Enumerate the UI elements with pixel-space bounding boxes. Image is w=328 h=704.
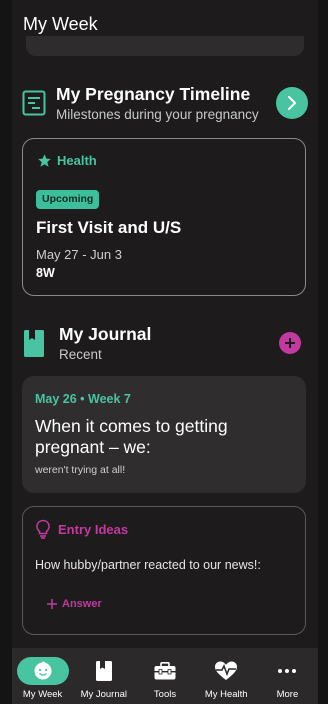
nav-item-my-week[interactable]: My Week	[12, 648, 73, 704]
journal-subtitle: Recent	[59, 347, 102, 362]
nav-label: My Week	[22, 689, 63, 700]
heart-pulse-icon	[215, 661, 238, 680]
entry-ideas-card: Entry Ideas How hubby/partner reacted to…	[22, 506, 306, 635]
plus-icon	[285, 338, 295, 348]
timeline-icon	[22, 90, 46, 116]
timeline-subtitle: Milestones during your pregnancy	[56, 107, 259, 122]
timeline-title: My Pregnancy Timeline	[56, 84, 251, 104]
entry-idea-prompt: How hubby/partner reacted to our news!:	[35, 558, 261, 572]
nav-item-my-journal[interactable]: My Journal	[73, 648, 134, 704]
journal-icon	[95, 661, 112, 681]
timeline-open-button[interactable]	[276, 87, 308, 119]
toolbox-icon	[154, 662, 176, 680]
journal-title: My Journal	[59, 324, 152, 344]
milestone-title: First Visit and U/S	[36, 218, 182, 237]
journal-entry-card[interactable]: May 26 • Week 7 When it comes to getting…	[22, 376, 306, 493]
bottom-navigation: My Week My Journal Tools My Health More	[12, 648, 318, 704]
nav-item-my-health[interactable]: My Health	[196, 648, 257, 704]
app-screen: My Week My Pregnancy Timeline Milestones…	[12, 0, 318, 704]
status-badge: Upcoming	[36, 190, 100, 209]
entry-date: May 26 • Week 7	[35, 392, 131, 406]
entry-ideas-header: Entry Ideas	[35, 519, 128, 539]
answer-label: Answer	[62, 598, 102, 610]
entry-answer: weren't trying at all!	[35, 464, 126, 476]
star-icon	[38, 154, 51, 167]
nav-label: Tools	[153, 689, 177, 700]
nav-label: More	[276, 689, 299, 700]
chevron-right-icon	[288, 96, 296, 110]
baby-face-icon	[34, 661, 52, 680]
plus-icon	[47, 599, 57, 609]
journal-book-icon	[24, 330, 44, 357]
page-title: My Week	[23, 14, 98, 34]
timeline-milestone-card[interactable]: Health Upcoming First Visit and U/S May …	[22, 138, 306, 296]
milestone-dates: May 27 - Jun 3	[36, 247, 122, 262]
entry-question: When it comes to getting pregnant – we:	[35, 416, 228, 457]
nav-item-tools[interactable]: Tools	[134, 648, 195, 704]
nav-item-more[interactable]: More	[257, 648, 318, 704]
lightbulb-icon	[36, 519, 50, 539]
previous-card-edge	[26, 36, 304, 56]
more-icon	[278, 669, 297, 673]
add-journal-entry-button[interactable]	[279, 332, 301, 354]
entry-ideas-label: Entry Ideas	[58, 521, 129, 537]
milestone-week: 8W	[36, 266, 55, 280]
category-label: Health	[57, 153, 97, 168]
nav-label: My Health	[204, 689, 248, 700]
milestone-category: Health	[37, 153, 97, 168]
answer-button[interactable]: Answer	[47, 598, 102, 610]
nav-label: My Journal	[80, 689, 128, 700]
